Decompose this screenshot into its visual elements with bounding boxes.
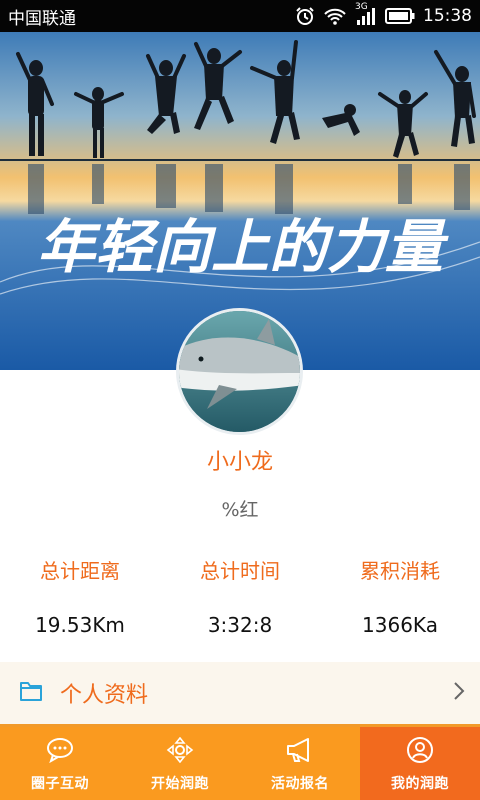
- carrier-name: 中国联通: [8, 8, 76, 29]
- stat-total-calories: 累积消耗 1366Ka: [320, 556, 480, 640]
- status-bar: 中国联通 3G 15:38: [0, 0, 480, 32]
- stat-label: 累积消耗: [360, 559, 440, 583]
- chevron-right-icon: [452, 680, 466, 706]
- personal-info-row[interactable]: 个人资料: [0, 662, 480, 724]
- direction-arrows-icon: [166, 736, 194, 767]
- stat-value: 1366Ka: [362, 613, 438, 637]
- tab-label: 活动报名: [271, 776, 329, 792]
- tab-label: 开始润跑: [151, 776, 209, 792]
- wifi-icon: [323, 6, 347, 26]
- tab-event-signup[interactable]: 活动报名: [240, 727, 360, 800]
- tab-circle-interaction[interactable]: 圈子互动: [0, 727, 120, 800]
- megaphone-icon: [285, 737, 315, 767]
- tab-start-run[interactable]: 开始润跑: [120, 727, 240, 800]
- cell-signal-icon: 3G: [355, 2, 377, 26]
- banner-slogan: 年轻向上的力量: [37, 213, 449, 281]
- username: 小小龙: [206, 450, 273, 475]
- avatar[interactable]: [176, 308, 303, 435]
- battery-icon: [385, 7, 415, 25]
- status-icons: 3G 15:38: [295, 2, 472, 26]
- stat-value: 19.53Km: [35, 613, 125, 637]
- stat-value: 3:32:8: [207, 613, 273, 637]
- tab-label: 圈子互动: [31, 776, 89, 792]
- tab-label: 我的润跑: [391, 776, 449, 792]
- alarm-icon: [295, 6, 315, 26]
- stats-row: 总计距离 19.53Km 总计时间 3:32:8 累积消耗 1366Ka: [0, 556, 480, 640]
- tab-my-run[interactable]: 我的润跑: [360, 727, 480, 800]
- stat-total-time: 总计时间 3:32:8: [160, 556, 320, 640]
- user-icon: [406, 737, 434, 767]
- personal-info-label: 个人资料: [60, 683, 149, 708]
- stat-total-distance: 总计距离 19.53Km: [0, 556, 160, 640]
- network-type: 3G: [355, 2, 368, 12]
- shark-avatar-image: [179, 311, 300, 432]
- bottom-tab-bar: 圈子互动 开始润跑 活动报名 我的润跑: [0, 727, 480, 800]
- clock-time: 15:38: [423, 6, 472, 26]
- folder-icon: [18, 678, 44, 708]
- stat-label: 总计时间: [200, 559, 280, 583]
- stat-label: 总计距离: [40, 559, 120, 583]
- user-signature: %红: [221, 499, 259, 521]
- chat-bubble-icon: [46, 737, 74, 767]
